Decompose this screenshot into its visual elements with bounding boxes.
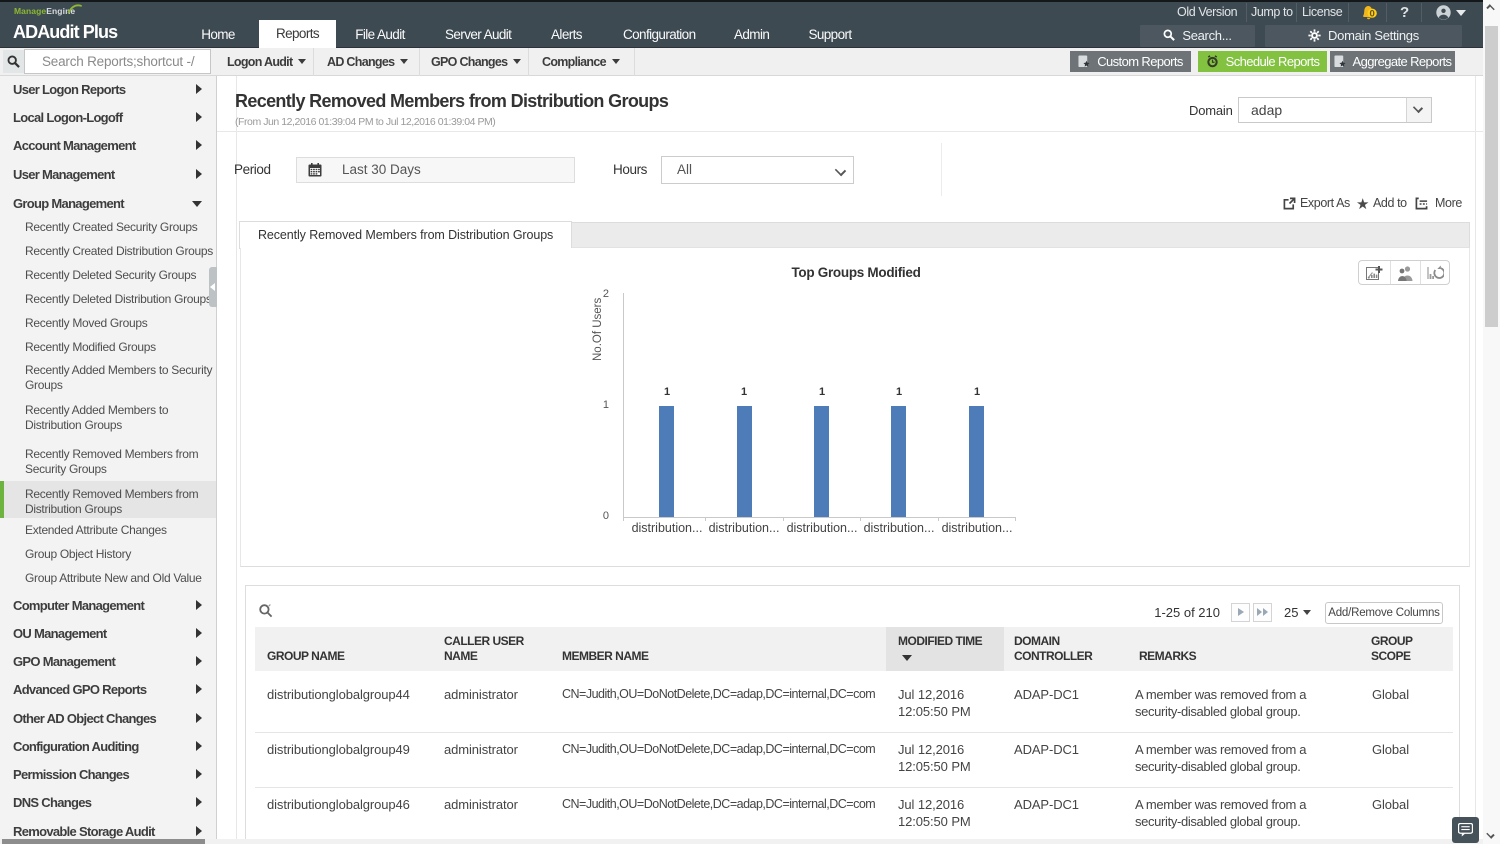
svg-text:0: 0	[1370, 9, 1375, 20]
